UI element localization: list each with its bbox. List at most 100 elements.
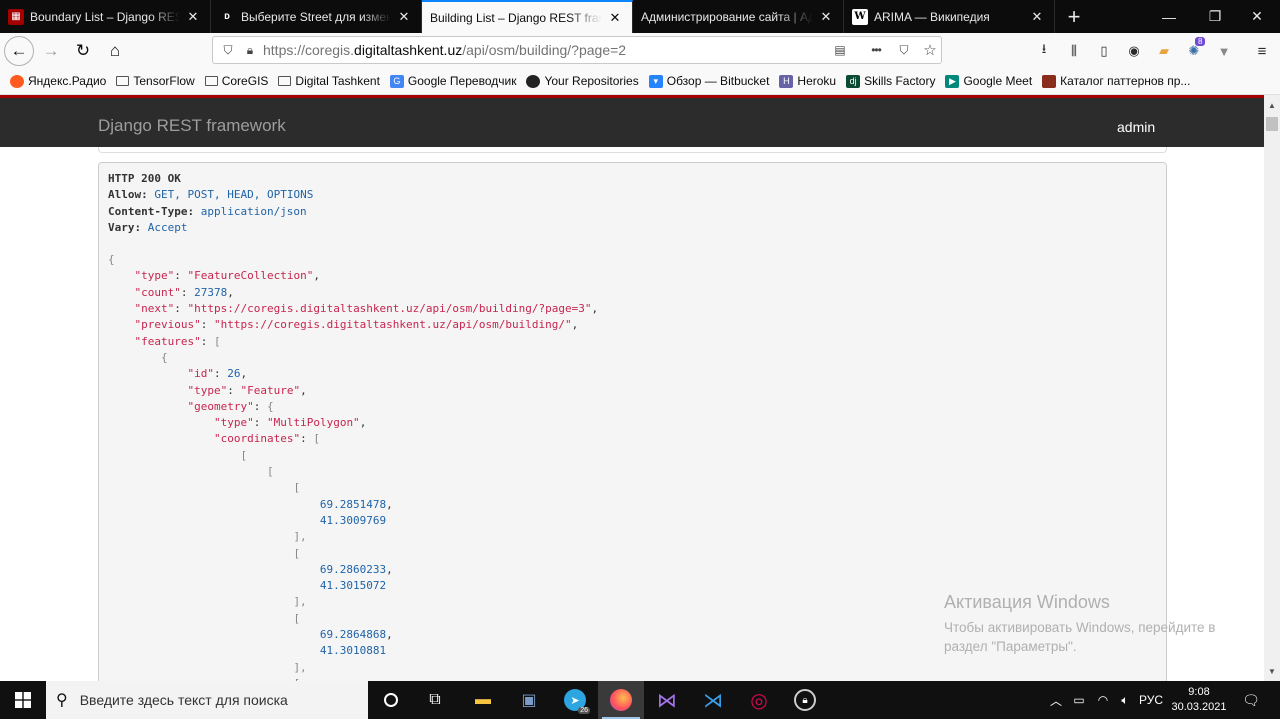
github-icon	[526, 74, 541, 88]
json-line: [	[293, 481, 301, 495]
close-tab-icon[interactable]: ✕	[395, 8, 413, 26]
search-placeholder: Введите здесь текст для поиска	[79, 692, 288, 708]
bookmark-github[interactable]: Your Repositories	[526, 74, 639, 88]
scroll-up-icon[interactable]: ▲	[1264, 97, 1280, 113]
address-bar[interactable]: ⛉ 🔒︎ https://coregis.digitaltashkent.uz/…	[212, 36, 942, 64]
wikipedia-icon: W	[852, 8, 868, 25]
json-line: "coordinates": [	[213, 432, 320, 446]
home-button[interactable]: ⌂	[100, 36, 130, 66]
bookmark-star-icon[interactable]: ☆	[919, 39, 941, 61]
language-indicator[interactable]: РУС	[1136, 681, 1166, 719]
tab-building-list[interactable]: Building List – Django REST framew ✕	[422, 0, 633, 33]
close-tab-icon[interactable]: ✕	[184, 8, 202, 26]
windows-logo-icon	[15, 692, 31, 708]
tab-street-admin[interactable]: ᴅ Выберите Street для изменени ✕	[211, 0, 422, 33]
navigation-toolbar: ← → ↻ ⌂ ⛉ 🔒︎ https://coregis.digitaltash…	[0, 33, 1280, 68]
minimize-button[interactable]: —	[1146, 0, 1192, 33]
vertical-scrollbar[interactable]: ▲ ▼	[1264, 95, 1280, 681]
start-button[interactable]	[0, 681, 46, 719]
bookmark-label: Google Meet	[963, 74, 1033, 88]
bookmark-coregis[interactable]: CoreGIS	[204, 74, 268, 88]
telegram-icon[interactable]: ➤ 26	[552, 681, 598, 719]
new-tab-button[interactable]: +	[1055, 0, 1093, 33]
drf-brand-link[interactable]: Django REST framework	[98, 116, 286, 136]
bookmark-tensorflow[interactable]: TensorFlow	[116, 74, 195, 88]
pocket-icon[interactable]: ⛉	[893, 39, 915, 61]
bookmark-label: Heroku	[797, 74, 837, 88]
bitbucket-icon: ▾	[648, 74, 663, 88]
wifi-icon[interactable]: ◠	[1092, 681, 1114, 719]
firefox-icon[interactable]	[598, 681, 644, 719]
json-line: [	[293, 546, 301, 560]
maximize-button[interactable]: ❐	[1192, 0, 1238, 33]
sidebar-icon[interactable]: ▯	[1094, 41, 1114, 61]
tab-bar: ▦ Boundary List – Django REST frame ✕ ᴅ …	[0, 0, 1280, 33]
bookmark-refactoring-patterns[interactable]: Каталог паттернов пр...	[1042, 74, 1190, 88]
show-hidden-icons[interactable]: ︿	[1046, 681, 1066, 719]
clock[interactable]: 9:08 30.03.2021	[1166, 685, 1232, 715]
menu-icon[interactable]: ≡	[1252, 41, 1272, 61]
scroll-down-icon[interactable]: ▼	[1264, 663, 1280, 679]
back-button[interactable]: ←	[4, 35, 34, 66]
remote-desktop-icon[interactable]: ▣	[506, 681, 552, 719]
yandex-radio-icon	[10, 74, 24, 88]
drf-navbar: Django REST framework admin	[0, 98, 1264, 147]
notifications-icon[interactable]: 🗨︎	[1238, 681, 1264, 719]
close-tab-icon[interactable]: ✕	[606, 9, 624, 27]
reload-button[interactable]: ↻	[68, 36, 98, 66]
vscode-icon[interactable]: ⋊	[690, 681, 736, 719]
account-icon[interactable]: ◉	[1124, 41, 1144, 61]
bookmark-digital-tashkent[interactable]: Digital Tashkent	[278, 74, 380, 88]
file-explorer-icon[interactable]: ▬	[460, 681, 506, 719]
json-line: {	[108, 253, 115, 267]
bookmark-label: TensorFlow	[133, 74, 195, 88]
close-window-button[interactable]: ✕	[1234, 0, 1280, 33]
bookmark-skills-factory[interactable]: dj Skills Factory	[846, 74, 935, 88]
extension-icon[interactable]: ▰	[1154, 41, 1174, 61]
panel-edge	[98, 147, 1167, 153]
tab-title: ARIMA — Википедия	[874, 9, 990, 24]
scrollbar-thumb[interactable]	[1266, 117, 1278, 131]
bookmark-heroku[interactable]: H Heroku	[779, 74, 836, 88]
cortana-icon[interactable]	[368, 681, 414, 719]
bookmark-label: Google Переводчик	[407, 74, 517, 88]
taskbar-search-input[interactable]: ⚲ Введите здесь текст для поиска	[46, 681, 368, 719]
bookmark-google-translate[interactable]: G Google Переводчик	[389, 74, 517, 88]
battery-icon[interactable]: ▭	[1068, 681, 1090, 719]
bookmark-yandex-radio[interactable]: Яндекс.Радио	[10, 74, 106, 88]
bookmark-bitbucket[interactable]: ▾ Обзор — Bitbucket	[648, 74, 770, 88]
json-line: "geometry": {	[187, 399, 274, 413]
downloads-icon[interactable]: ⭳	[1034, 41, 1054, 61]
url-path: /api/osm/building/?page=2	[462, 42, 627, 58]
debian-icon[interactable]: ◎	[736, 681, 782, 719]
vpn-lock-icon[interactable]: 🔒︎	[782, 681, 828, 719]
bookmark-label: Яндекс.Радио	[28, 74, 107, 88]
reader-view-icon[interactable]: ▤	[829, 39, 851, 61]
close-tab-icon[interactable]: ✕	[1028, 8, 1046, 26]
close-tab-icon[interactable]: ✕	[817, 8, 835, 26]
tab-site-admin[interactable]: Администрирование сайта | Адм ✕	[633, 0, 844, 33]
more-actions-icon[interactable]: •••	[865, 39, 887, 61]
task-view-icon[interactable]: ⧉	[412, 681, 458, 719]
volume-icon[interactable]: 🔈︎	[1114, 681, 1136, 719]
telegram-badge: 26	[578, 707, 590, 714]
tab-boundary-list[interactable]: ▦ Boundary List – Django REST frame ✕	[0, 0, 211, 33]
bookmark-label: Обзор — Bitbucket	[666, 74, 770, 88]
visual-studio-icon[interactable]: ⋈	[644, 681, 690, 719]
vpn-extension-icon[interactable]: ▼	[1214, 41, 1234, 61]
next-link[interactable]: "https://coregis.digitaltashkent.uz/api/…	[188, 302, 592, 315]
lock-icon[interactable]: 🔒︎	[239, 39, 261, 61]
url-text[interactable]: https://coregis.digitaltashkent.uz/api/o…	[263, 42, 626, 58]
user-menu[interactable]: admin	[1117, 119, 1155, 135]
json-line: [	[240, 448, 248, 462]
previous-link[interactable]: "https://coregis.digitaltashkent.uz/api/…	[214, 318, 572, 331]
tab-arima-wikipedia[interactable]: W ARIMA — Википедия ✕	[844, 0, 1055, 33]
bookmark-google-meet[interactable]: ▶ Google Meet	[945, 74, 1032, 88]
shield-icon[interactable]: ⛉	[217, 39, 239, 61]
json-line: "type": "MultiPolygon",	[213, 416, 367, 430]
library-icon[interactable]: ⫼	[1064, 41, 1084, 61]
tab-title: Выберите Street для изменени	[241, 9, 391, 24]
forward-button[interactable]: →	[36, 36, 66, 66]
url-prefix: https://coregis.	[263, 42, 355, 58]
folder-icon	[204, 76, 218, 86]
